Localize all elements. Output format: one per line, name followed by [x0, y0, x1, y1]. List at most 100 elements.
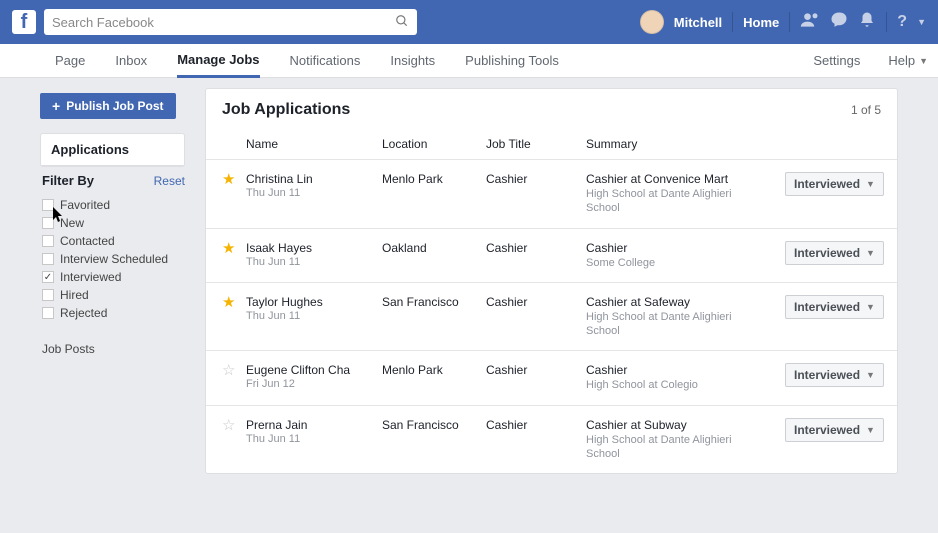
topbar-right: Mitchell Home ? ▼: [640, 10, 926, 35]
location: Menlo Park: [382, 172, 486, 186]
applications-panel: Applications: [40, 133, 185, 167]
col-name: Name: [246, 137, 382, 151]
chevron-down-icon: ▼: [866, 179, 875, 189]
table-row[interactable]: ☆Prerna JainThu Jun 11San FranciscoCashi…: [206, 406, 897, 474]
table-row[interactable]: ☆Eugene Clifton ChaFri Jun 12Menlo ParkC…: [206, 351, 897, 405]
content: Job Applications 1 of 5 Name Location Jo…: [185, 88, 938, 474]
avatar[interactable]: [640, 10, 664, 34]
filter-item[interactable]: Rejected: [42, 304, 185, 322]
publish-job-post-button[interactable]: + Publish Job Post: [40, 93, 176, 119]
summary-title: Cashier: [586, 241, 785, 255]
checkbox-icon[interactable]: [42, 307, 54, 319]
filter-item[interactable]: Favorited: [42, 196, 185, 214]
sidebar: + Publish Job Post Applications Filter B…: [0, 88, 185, 474]
job-posts-link[interactable]: Job Posts: [42, 342, 185, 356]
filter-label: New: [60, 216, 84, 230]
status-dropdown[interactable]: Interviewed ▼: [785, 295, 884, 319]
applied-date: Thu Jun 11: [246, 256, 382, 268]
filter-label: Rejected: [60, 306, 107, 320]
card-header: Job Applications 1 of 5: [206, 89, 897, 131]
subnav-insights[interactable]: Insights: [390, 44, 435, 78]
subnav-right: Settings Help▼: [813, 53, 928, 68]
star-icon[interactable]: ★: [222, 240, 235, 257]
filter-label: Interviewed: [60, 270, 121, 284]
applied-date: Fri Jun 12: [246, 378, 382, 390]
search-input[interactable]: [52, 15, 395, 30]
search-icon[interactable]: [395, 14, 409, 31]
star-icon[interactable]: ★: [222, 171, 235, 188]
help-icon[interactable]: ?: [897, 13, 907, 31]
applications-header[interactable]: Applications: [41, 134, 184, 166]
filter-item[interactable]: Contacted: [42, 232, 185, 250]
subnav-manage-jobs[interactable]: Manage Jobs: [177, 44, 259, 78]
summary-title: Cashier at Convenice Mart: [586, 172, 785, 186]
table-body: ★ Christina Lin Thu Jun 11 Menlo Park Cashie…: [206, 160, 897, 473]
summary-title: Cashier: [586, 363, 785, 377]
checkbox-icon[interactable]: [42, 289, 54, 301]
subnav-notifications[interactable]: Notifications: [290, 44, 361, 78]
search-box[interactable]: [44, 9, 417, 35]
home-link[interactable]: Home: [743, 15, 779, 30]
status-label: Interviewed: [794, 300, 860, 314]
star-icon[interactable]: ★: [222, 294, 235, 311]
filter-item[interactable]: ✓ Interviewed: [42, 268, 185, 286]
table-row[interactable]: ★Christina LinThu Jun 11Menlo ParkCashie…: [206, 160, 897, 229]
status-dropdown[interactable]: Interviewed▼: [785, 363, 884, 387]
status-dropdown[interactable]: Interviewed ▼: [785, 172, 884, 196]
applied-date: Thu Jun 11: [246, 433, 382, 445]
account-menu-caret-icon[interactable]: ▼: [917, 17, 926, 27]
col-job-title: Job Title: [486, 137, 586, 151]
applicant-name: Christina Lin: [246, 172, 382, 186]
checkbox-icon[interactable]: ✓: [42, 271, 54, 283]
subnav-inbox[interactable]: Inbox: [115, 44, 147, 78]
filter-label: Hired: [60, 288, 89, 302]
status-dropdown[interactable]: Interviewed▼: [785, 418, 884, 442]
status-label: Interviewed: [794, 423, 860, 437]
filter-item[interactable]: Hired: [42, 286, 185, 304]
messenger-icon[interactable]: [830, 11, 848, 34]
checkbox-icon[interactable]: [42, 253, 54, 265]
notifications-icon[interactable]: [858, 11, 876, 34]
plus-icon: +: [52, 99, 60, 113]
status-label: Interviewed: [794, 177, 860, 191]
checkbox-icon[interactable]: [42, 199, 54, 211]
table-row[interactable]: ★Taylor HughesThu Jun 11San FranciscoCas…: [206, 283, 897, 352]
table-head: Name Location Job Title Summary: [206, 131, 897, 160]
facebook-logo[interactable]: f: [12, 10, 36, 34]
summary-sub: Some College: [586, 256, 746, 270]
filter-label: Interview Scheduled: [60, 252, 168, 266]
reset-link[interactable]: Reset: [154, 174, 185, 188]
username[interactable]: Mitchell: [674, 15, 722, 30]
chevron-down-icon: ▼: [866, 302, 875, 312]
filter-item[interactable]: New: [42, 214, 185, 232]
star-icon[interactable]: ☆: [222, 417, 235, 434]
job-title: Cashier: [486, 363, 586, 377]
main: + Publish Job Post Applications Filter B…: [0, 78, 938, 474]
status-dropdown[interactable]: Interviewed▼: [785, 241, 884, 265]
summary-sub: High School at Dante Alighieri School: [586, 433, 746, 462]
subnav: Page Inbox Manage Jobs Notifications Ins…: [0, 44, 938, 78]
col-location: Location: [382, 137, 486, 151]
job-title: Cashier: [486, 241, 586, 255]
divider: [886, 12, 887, 32]
filter-list: Favorited New Contacted Interview Scheduled…: [42, 192, 185, 322]
applicant-name: Eugene Clifton Cha: [246, 363, 382, 377]
pager-text: 1 of 5: [851, 103, 881, 117]
divider: [732, 12, 733, 32]
filter-item[interactable]: Interview Scheduled: [42, 250, 185, 268]
subnav-publishing-tools[interactable]: Publishing Tools: [465, 44, 559, 78]
status-label: Interviewed: [794, 368, 860, 382]
summary-sub: High School at Dante Alighieri School: [586, 187, 746, 216]
settings-link[interactable]: Settings: [813, 53, 860, 68]
filter-header: Filter By Reset: [42, 167, 185, 192]
help-dropdown[interactable]: Help▼: [888, 53, 928, 68]
applied-date: Thu Jun 11: [246, 310, 382, 322]
location: San Francisco: [382, 418, 486, 432]
table-row[interactable]: ★Isaak HayesThu Jun 11OaklandCashierCash…: [206, 229, 897, 283]
subnav-page[interactable]: Page: [55, 44, 85, 78]
pager: 1 of 5: [851, 103, 881, 117]
star-icon[interactable]: ☆: [222, 362, 235, 379]
friend-requests-icon[interactable]: [800, 10, 820, 35]
checkbox-icon[interactable]: [42, 235, 54, 247]
checkbox-icon[interactable]: [42, 217, 54, 229]
